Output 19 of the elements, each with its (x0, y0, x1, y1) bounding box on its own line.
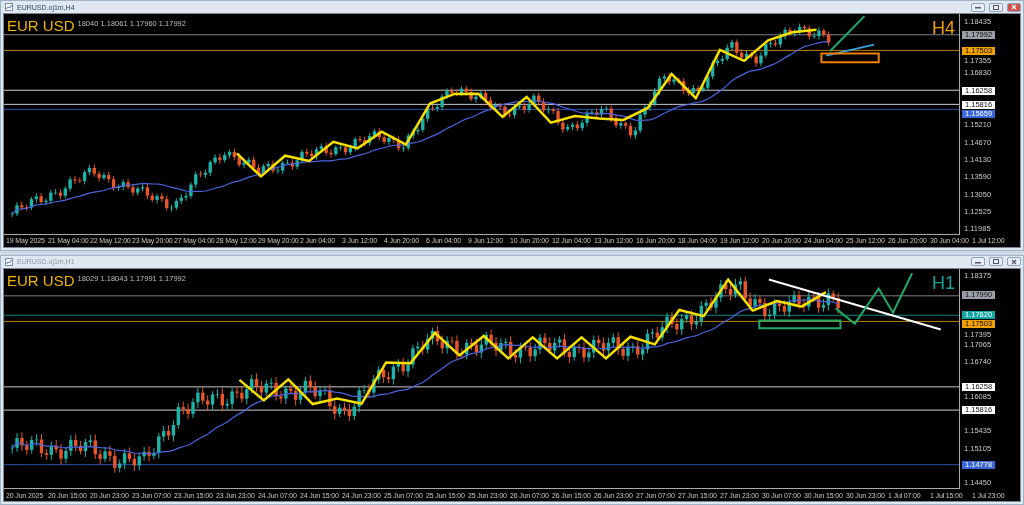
chart-icon (5, 257, 13, 266)
minimize-icon (975, 5, 981, 9)
close-button[interactable] (1007, 2, 1021, 12)
minimize-button[interactable] (971, 2, 985, 12)
minimize-icon (975, 259, 981, 264)
timeframe-label: H4 (932, 18, 955, 39)
close-icon (1011, 4, 1017, 10)
symbol-label: EUR USD (7, 17, 75, 34)
chart-icon (5, 3, 13, 11)
restore-icon (993, 4, 999, 10)
restore-button[interactable] (989, 257, 1003, 266)
restore-icon (993, 259, 999, 264)
close-button[interactable] (1007, 257, 1021, 266)
symbol-label: EUR USD (7, 271, 75, 289)
zone-rectangle (820, 52, 880, 64)
timeframe-label: H1 (932, 272, 955, 294)
close-icon (1011, 258, 1017, 265)
minimize-button[interactable] (971, 257, 985, 266)
restore-button[interactable] (989, 2, 1003, 12)
